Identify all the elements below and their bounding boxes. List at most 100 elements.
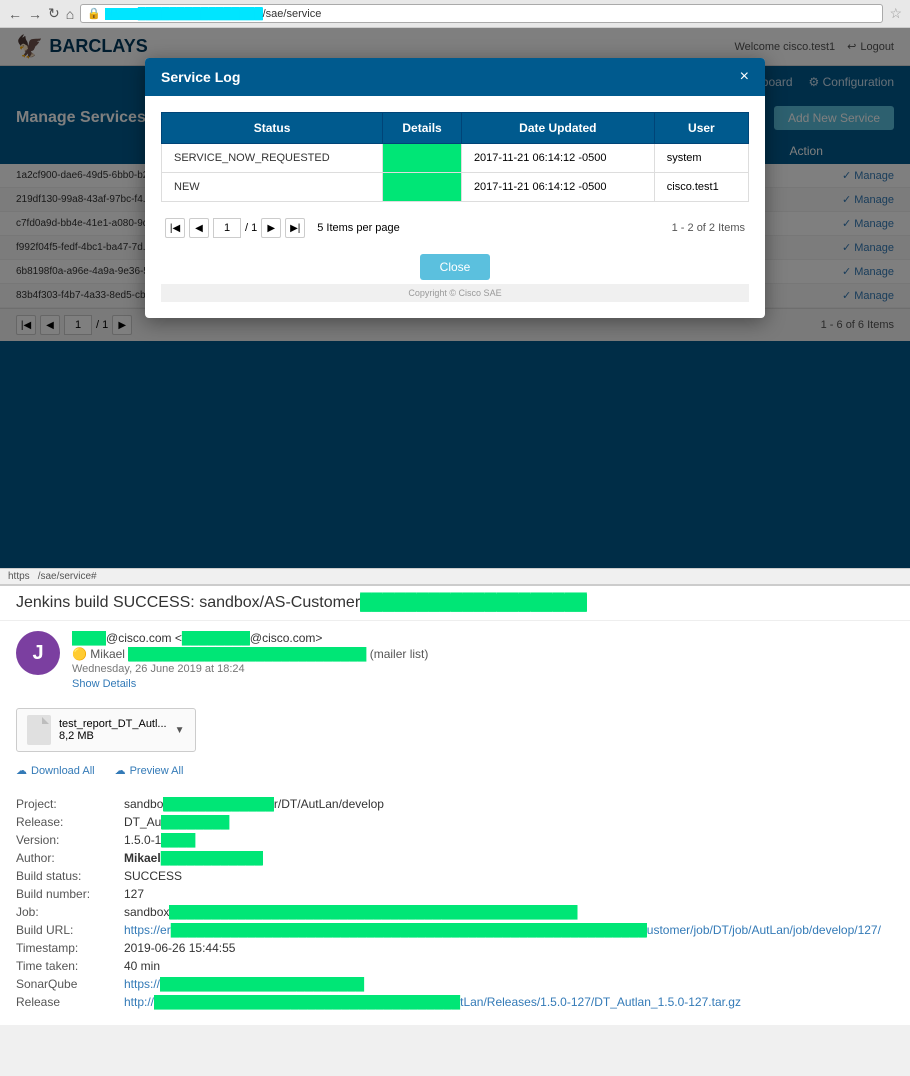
release-dl-link[interactable]: http://█████████████████████████████████… bbox=[124, 995, 741, 1009]
modal-page-input[interactable] bbox=[213, 218, 241, 238]
email-subject-bar: Jenkins build SUCCESS: sandbox/AS-Custom… bbox=[0, 586, 910, 621]
modal-total-pages: / 1 bbox=[245, 222, 257, 234]
modal-close-button[interactable]: × bbox=[740, 68, 749, 86]
release-dl-value: http://█████████████████████████████████… bbox=[124, 995, 741, 1009]
sender-avatar: J bbox=[16, 631, 60, 675]
build-version-row: Version: 1.5.0-1████ bbox=[16, 833, 894, 847]
build-number-value: 127 bbox=[124, 887, 144, 901]
cloud-preview-icon: ☁ bbox=[115, 764, 126, 777]
home-button[interactable]: ⌂ bbox=[66, 6, 74, 22]
build-project-row: Project: sandbo█████████████r/DT/AutLan/… bbox=[16, 797, 894, 811]
author-redacted: ████████████ bbox=[161, 851, 263, 865]
email-section: Jenkins build SUCCESS: sandbox/AS-Custom… bbox=[0, 584, 910, 1025]
attachment-dropdown-icon[interactable]: ▼ bbox=[175, 725, 185, 736]
url-highlight: https://████████████████ bbox=[105, 8, 263, 20]
user-cell: system bbox=[654, 144, 748, 173]
modal-next-page[interactable]: ▶ bbox=[261, 218, 281, 238]
attachment-info: test_report_DT_Autl... 8,2 MB bbox=[59, 718, 167, 742]
version-label: Version: bbox=[16, 833, 116, 847]
date-cell: 2017-11-21 06:14:12 -0500 bbox=[461, 173, 654, 202]
forward-button[interactable]: → bbox=[28, 6, 42, 22]
reload-button[interactable]: ↻ bbox=[48, 5, 60, 22]
status-cell: NEW bbox=[162, 173, 383, 202]
modal-close-bottom-button[interactable]: Close bbox=[420, 254, 491, 280]
bookmark-star-icon[interactable]: ☆ bbox=[889, 5, 902, 22]
mikael-line: 🟡 Mikael ████████████████████████████ (m… bbox=[72, 647, 894, 661]
details-cell bbox=[383, 144, 462, 173]
job-value: sandbox█████████████████████████████████… bbox=[124, 905, 577, 919]
copyright-text: Copyright © Cisco SAE bbox=[161, 284, 749, 302]
timestamp-label: Timestamp: bbox=[16, 941, 116, 955]
project-value: sandbo█████████████r/DT/AutLan/develop bbox=[124, 797, 384, 811]
modal-prev-page[interactable]: ◀ bbox=[189, 218, 209, 238]
build-author-row: Author: Mikael████████████ bbox=[16, 851, 894, 865]
build-url-link[interactable]: https://er██████████████████████████████… bbox=[124, 923, 881, 937]
release-label: Release: bbox=[16, 815, 116, 829]
status-url-left: https bbox=[8, 571, 30, 582]
build-info: Project: sandbo█████████████r/DT/AutLan/… bbox=[0, 785, 910, 1025]
modal-col-status: Status bbox=[162, 113, 383, 144]
download-links: ☁ Download All ☁ Preview All bbox=[0, 760, 910, 785]
browser-bar: ← → ↻ ⌂ 🔒 https://████████████████/sae/s… bbox=[0, 0, 910, 28]
url-bar[interactable]: 🔒 https://████████████████/sae/service bbox=[80, 4, 883, 23]
release-dl-row: Release http://█████████████████████████… bbox=[16, 995, 894, 1009]
date-cell: 2017-11-21 06:14:12 -0500 bbox=[461, 144, 654, 173]
sender-redacted-2: ████████ bbox=[182, 631, 250, 645]
attachment-area: test_report_DT_Autl... 8,2 MB ▼ bbox=[16, 708, 894, 752]
sonarqube-redacted: ████████████████████████ bbox=[160, 977, 364, 991]
release-dl-label: Release bbox=[16, 995, 116, 1009]
modal-col-user: User bbox=[654, 113, 748, 144]
build-status-value: SUCCESS bbox=[124, 869, 182, 883]
table-row: SERVICE_NOW_REQUESTED 2017-11-21 06:14:1… bbox=[162, 144, 749, 173]
url-lock-icon: 🔒 bbox=[87, 7, 101, 20]
sonarqube-link[interactable]: https://████████████████████████ bbox=[124, 977, 364, 991]
attachment-name: test_report_DT_Autl... bbox=[59, 718, 167, 730]
attachment-file-icon bbox=[27, 715, 51, 745]
modal-items-per-page: 5 Items per page bbox=[317, 222, 400, 234]
status-cell: SERVICE_NOW_REQUESTED bbox=[162, 144, 383, 173]
back-button[interactable]: ← bbox=[8, 6, 22, 22]
sender-line: ████@cisco.com <████████@cisco.com> bbox=[72, 631, 894, 645]
build-number-row: Build number: 127 bbox=[16, 887, 894, 901]
sender-to-email: @cisco.com> bbox=[250, 631, 323, 645]
modal-last-page[interactable]: ▶| bbox=[285, 218, 305, 238]
author-value: Mikael████████████ bbox=[124, 851, 263, 865]
time-taken-label: Time taken: bbox=[16, 959, 116, 973]
attachment-box: test_report_DT_Autl... 8,2 MB ▼ bbox=[16, 708, 196, 752]
project-label: Project: bbox=[16, 797, 116, 811]
modal-title: Service Log bbox=[161, 69, 240, 85]
time-taken-value: 40 min bbox=[124, 959, 160, 973]
build-release-row: Release: DT_Au████████ bbox=[16, 815, 894, 829]
build-url-row: Build URL: https://er███████████████████… bbox=[16, 923, 894, 937]
sonarqube-row: SonarQube https://██████████████████████… bbox=[16, 977, 894, 991]
build-status-label: Build status: bbox=[16, 869, 116, 883]
email-subject: Jenkins build SUCCESS: sandbox/AS-Custom… bbox=[16, 594, 894, 612]
job-redacted: ████████████████████████████████████████… bbox=[169, 905, 577, 919]
modal-header: Service Log × bbox=[145, 58, 765, 96]
subject-redacted: ████████████████████ bbox=[360, 594, 587, 611]
release-redacted: ████████ bbox=[161, 815, 229, 829]
modal-col-details: Details bbox=[383, 113, 462, 144]
preview-all-link[interactable]: ☁ Preview All bbox=[115, 764, 184, 777]
version-redacted: ████ bbox=[161, 833, 195, 847]
version-value: 1.5.0-1████ bbox=[124, 833, 195, 847]
sender-email: @cisco.com bbox=[106, 631, 172, 645]
release-dl-redacted: ████████████████████████████████████ bbox=[154, 995, 460, 1009]
project-redacted: █████████████ bbox=[163, 797, 274, 811]
timestamp-value: 2019-06-26 15:44:55 bbox=[124, 941, 235, 955]
sonarqube-value: https://████████████████████████ bbox=[124, 977, 364, 991]
mikael-redacted: ████████████████████████████ bbox=[128, 647, 366, 661]
modal-col-date: Date Updated bbox=[461, 113, 654, 144]
email-date: Wednesday, 26 June 2019 at 18:24 bbox=[72, 663, 894, 675]
build-job-row: Job: sandbox████████████████████████████… bbox=[16, 905, 894, 919]
download-all-link[interactable]: ☁ Download All bbox=[16, 764, 95, 777]
show-details-link[interactable]: Show Details bbox=[72, 678, 894, 690]
modal-first-page[interactable]: |◀ bbox=[165, 218, 185, 238]
release-value: DT_Au████████ bbox=[124, 815, 229, 829]
build-url-value: https://er██████████████████████████████… bbox=[124, 923, 881, 937]
author-label: Author: bbox=[16, 851, 116, 865]
email-meta-info: ████@cisco.com <████████@cisco.com> 🟡 Mi… bbox=[72, 631, 894, 690]
table-row: NEW 2017-11-21 06:14:12 -0500 cisco.test… bbox=[162, 173, 749, 202]
modal-pagination: |◀ ◀ / 1 ▶ ▶| 5 Items per page 1 - 2 of … bbox=[161, 210, 749, 246]
build-number-label: Build number: bbox=[16, 887, 116, 901]
